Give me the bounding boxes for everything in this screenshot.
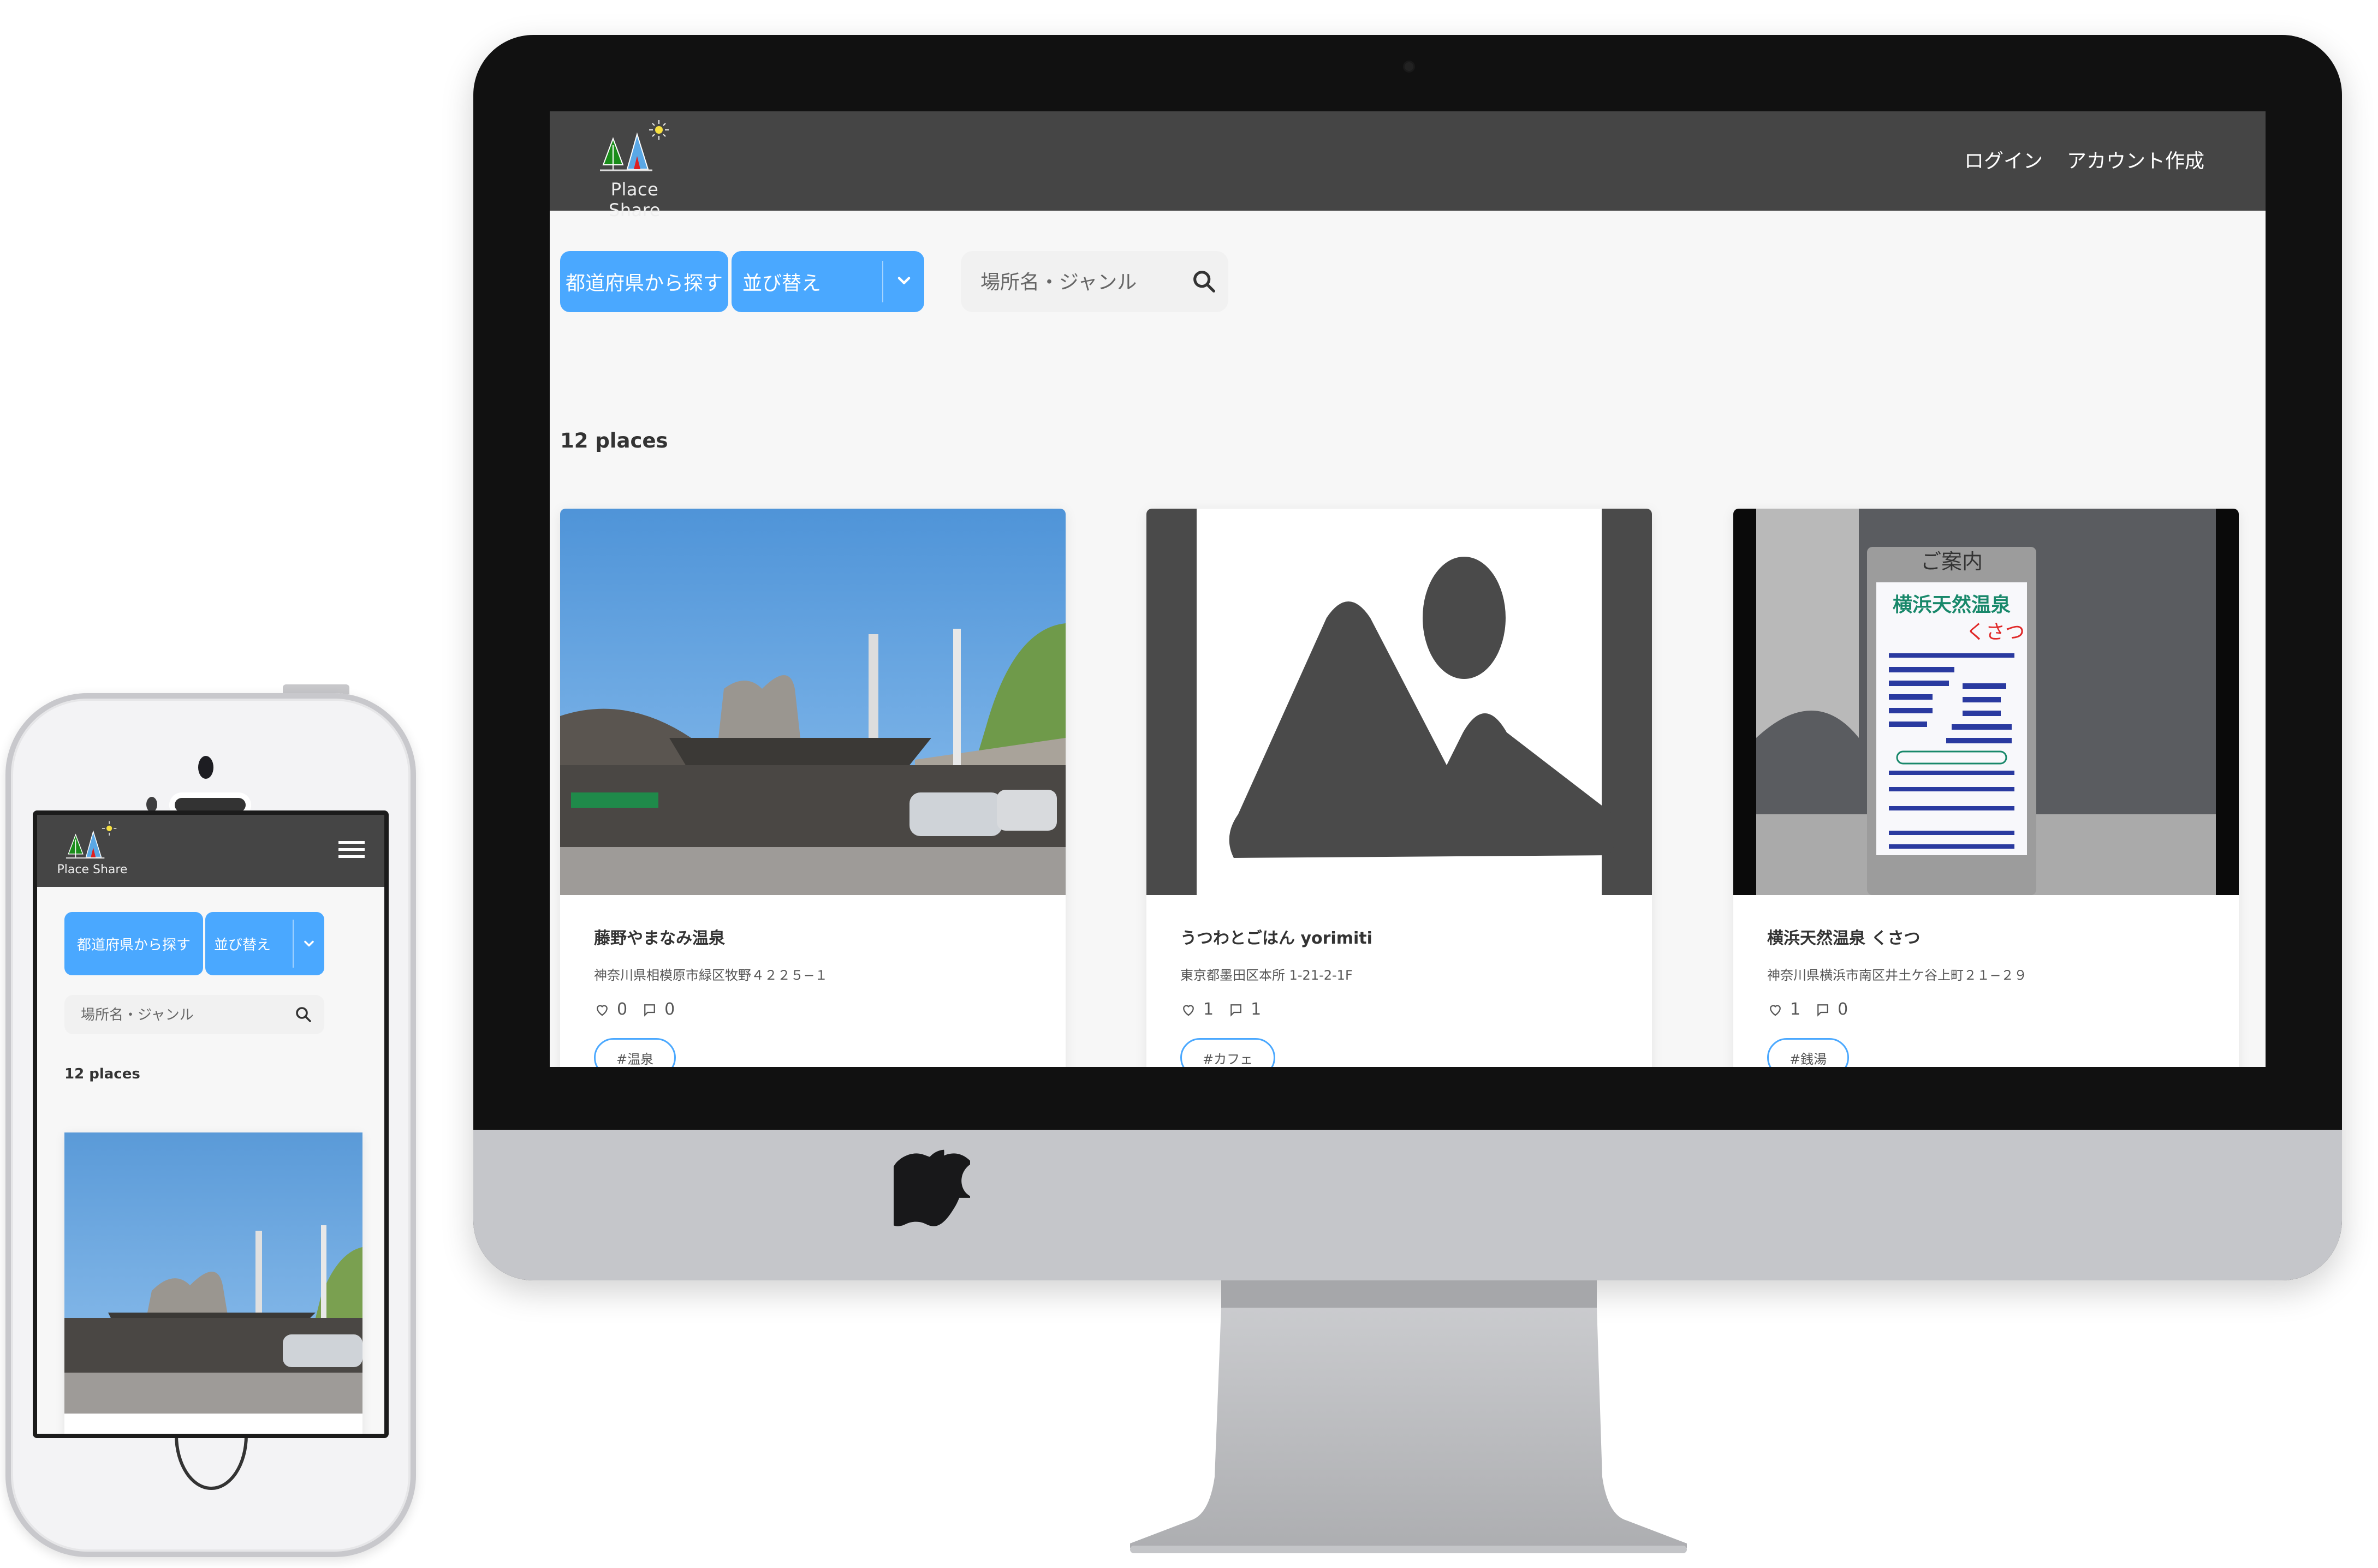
place-image-hot-spring: [64, 1132, 362, 1414]
comment-icon[interactable]: [1228, 1001, 1244, 1018]
search-icon[interactable]: [1190, 267, 1218, 296]
search-box: [961, 251, 1228, 312]
place-title[interactable]: うつわとごはん yorimiti: [1180, 925, 1372, 949]
mobile-site-logo[interactable]: Place Share: [57, 819, 128, 884]
place-title[interactable]: 藤野やまなみ温泉: [594, 925, 725, 949]
place-address: 神奈川県相模原市緑区牧野４２２５−１: [594, 968, 828, 983]
place-address: 東京都墨田区本所 1-21-2-1F: [1180, 968, 1353, 983]
sort-divider: [293, 920, 294, 968]
results-count: 12 places: [64, 1066, 140, 1082]
placeholder-image-icon: [1197, 509, 1617, 895]
sort-divider: [882, 261, 883, 302]
sort-label: 並び替え: [214, 937, 271, 953]
mobile-screen: Place Share 都道府県から探す 並び替え 12 places: [33, 810, 389, 1438]
site-header: Place Share ログイン アカウント作成: [550, 111, 2266, 220]
sort-dropdown-button[interactable]: 並び替え: [732, 251, 924, 312]
comment-icon[interactable]: [1815, 1001, 1831, 1018]
place-tag[interactable]: #銭湯: [1767, 1038, 1850, 1067]
place-image-hot-spring: [560, 509, 1066, 895]
place-card[interactable]: [64, 1132, 362, 1434]
like-count: 1: [1203, 1000, 1214, 1019]
sign-header: ご案内: [1921, 550, 1983, 574]
sort-dropdown-button[interactable]: 並び替え: [205, 912, 324, 975]
site-logo[interactable]: Place Share: [587, 118, 682, 220]
chevron-down-icon: [897, 277, 911, 284]
place-image-signboard: ご案内 横浜天然温泉 くさつ: [1733, 509, 2239, 895]
place-card[interactable]: 藤野やまなみ温泉 神奈川県相模原市緑区牧野４２２５−１ 0 0 #温泉: [560, 509, 1066, 1067]
sign-name: 横浜天然温泉: [1893, 593, 2011, 616]
phone-front-camera: [198, 756, 213, 779]
place-card[interactable]: うつわとごはん yorimiti 東京都墨田区本所 1-21-2-1F 1 1 …: [1146, 509, 1652, 1067]
signboard-photo: ご案内 横浜天然温泉 くさつ: [1756, 509, 2216, 895]
hamburger-icon[interactable]: [338, 839, 365, 861]
imac-stand: [1130, 1308, 1687, 1553]
comment-icon[interactable]: [641, 1001, 658, 1018]
search-input[interactable]: [979, 267, 1189, 297]
chevron-down-icon: [304, 940, 314, 947]
header-nav: ログイン アカウント作成: [1964, 145, 2204, 174]
logo-text: Place Share: [57, 863, 128, 877]
place-stats: 1 1: [1180, 1000, 1261, 1019]
place-card[interactable]: ご案内 横浜天然温泉 くさつ 横浜天然温泉 くさつ 神奈川県横浜市南区井土ケ谷上…: [1733, 509, 2239, 1067]
place-image-placeholder: [1146, 509, 1652, 895]
imac-chin: [473, 1130, 2342, 1280]
sign-name2: くさつ: [1966, 621, 2025, 643]
results-count: 12 places: [560, 429, 668, 452]
login-link[interactable]: ログイン: [1964, 145, 2043, 174]
imac-stand-neck: [1221, 1280, 1597, 1308]
comment-count: 1: [1251, 1000, 1262, 1019]
comment-count: 0: [1838, 1000, 1848, 1019]
place-title[interactable]: 横浜天然温泉 くさつ: [1767, 925, 1920, 949]
apple-logo-icon: [894, 1149, 970, 1226]
heart-icon[interactable]: [1180, 1001, 1197, 1018]
like-count: 0: [617, 1000, 628, 1019]
search-input[interactable]: [80, 1004, 267, 1027]
place-stats: 0 0: [594, 1000, 675, 1019]
place-tag[interactable]: #カフェ: [1180, 1038, 1276, 1067]
place-address: 神奈川県横浜市南区井土ケ谷上町２１−２９: [1767, 968, 2028, 983]
search-icon[interactable]: [294, 1005, 313, 1024]
prefecture-search-button[interactable]: 都道府県から探す: [560, 251, 728, 312]
mobile-header: Place Share: [37, 815, 384, 887]
phone-sensor: [146, 797, 157, 812]
prefecture-search-button[interactable]: 都道府県から探す: [64, 912, 203, 975]
heart-icon[interactable]: [594, 1001, 610, 1018]
heart-icon[interactable]: [1767, 1001, 1784, 1018]
hot-spring-building-photo: [64, 1132, 362, 1414]
place-stats: 1 0: [1767, 1000, 1848, 1019]
logo-tent-tree-sun-icon: [600, 120, 669, 171]
desktop-screen: Place Share ログイン アカウント作成 都道府県から探す 並び替え 1…: [550, 111, 2266, 1067]
hot-spring-building-photo: [560, 509, 1066, 895]
comment-count: 0: [664, 1000, 675, 1019]
sort-label: 並び替え: [742, 272, 822, 295]
logo-text: Place Share: [609, 179, 661, 220]
logo-tent-tree-sun-icon: [66, 821, 117, 859]
search-box: [64, 995, 324, 1034]
signup-link[interactable]: アカウント作成: [2067, 145, 2204, 174]
webcam-dot: [1405, 62, 1413, 71]
like-count: 1: [1790, 1000, 1801, 1019]
place-tag[interactable]: #温泉: [594, 1038, 676, 1067]
